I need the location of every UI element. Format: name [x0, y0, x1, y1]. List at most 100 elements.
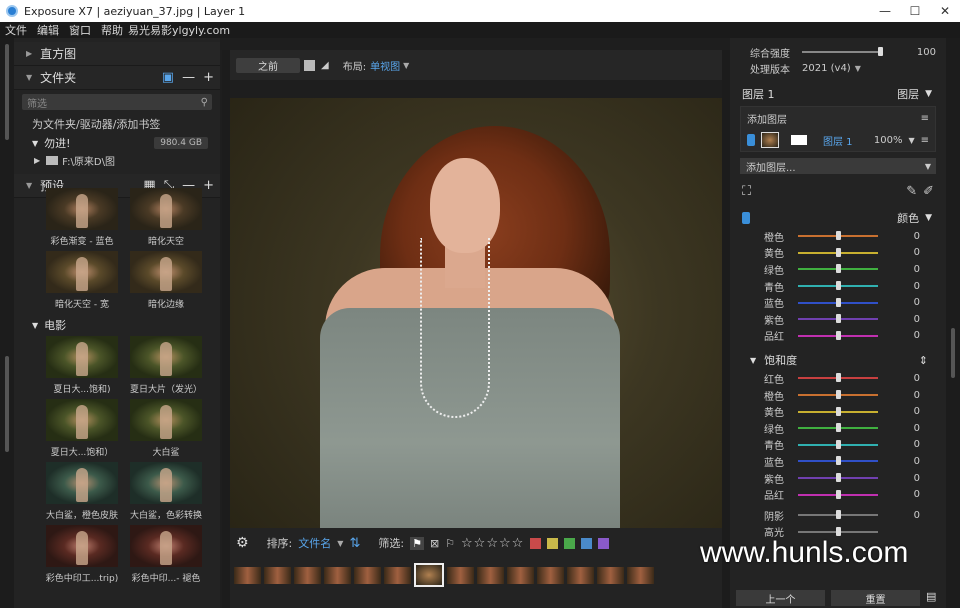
- sat-slider[interactable]: [798, 439, 878, 449]
- color-filter-red[interactable]: [530, 537, 542, 549]
- menu-window[interactable]: 窗口: [64, 22, 96, 38]
- preset-item[interactable]: 暗化边缘: [128, 251, 204, 314]
- left-scrollbar-top[interactable]: [5, 44, 9, 140]
- menu-file[interactable]: 文件: [0, 22, 32, 38]
- filmstrip-thumb[interactable]: [324, 566, 351, 584]
- filmstrip-thumb[interactable]: [537, 566, 564, 584]
- main-photo[interactable]: [230, 98, 722, 570]
- layers-header[interactable]: 图层 1 图层 ▼: [730, 84, 946, 104]
- crop-icon[interactable]: ⛶: [742, 184, 751, 199]
- slider-knob[interactable]: [836, 264, 841, 274]
- filmstrip-thumb[interactable]: [234, 566, 261, 584]
- flag-pick-icon[interactable]: ⚑: [410, 536, 424, 550]
- sat-slider[interactable]: [798, 423, 878, 433]
- filmstrip-thumb[interactable]: [264, 566, 291, 584]
- right-scrollbar[interactable]: [951, 328, 955, 378]
- brush-icon[interactable]: ✎: [906, 184, 917, 199]
- sat-slider[interactable]: [798, 390, 878, 400]
- slider-knob[interactable]: [836, 439, 841, 449]
- filmstrip-thumb[interactable]: [477, 566, 504, 584]
- subfolder-row[interactable]: ▶ F:\原来D\图: [14, 152, 220, 168]
- add-folder-icon[interactable]: +: [203, 70, 214, 85]
- menu-icon[interactable]: ≡: [921, 135, 929, 146]
- left-scrollbar-bottom[interactable]: [5, 356, 9, 452]
- hue-slider[interactable]: [798, 314, 878, 324]
- hue-slider[interactable]: [798, 330, 878, 340]
- slider-knob[interactable]: [836, 473, 841, 483]
- version-dropdown[interactable]: 2021 (v4): [802, 63, 851, 74]
- sat-slider[interactable]: [798, 373, 878, 383]
- menu-icon[interactable]: ≡: [921, 113, 929, 124]
- color-filter-purple[interactable]: [598, 537, 610, 549]
- sort-arrows-icon[interactable]: ⇕: [919, 354, 928, 367]
- filmstrip-thumb[interactable]: [447, 566, 474, 584]
- slider-knob[interactable]: [836, 406, 841, 416]
- filmstrip-thumb[interactable]: [294, 566, 321, 584]
- color-filter-yellow[interactable]: [547, 537, 559, 549]
- wedge-view-icon[interactable]: ◢: [321, 60, 329, 71]
- filmstrip-thumb[interactable]: [597, 566, 624, 584]
- maximize-button[interactable]: ☐: [900, 0, 930, 22]
- preset-item[interactable]: 夏日大片（发光）: [128, 336, 204, 399]
- histogram-section[interactable]: ▶ 直方图: [14, 42, 220, 66]
- filmstrip-thumb[interactable]: [567, 566, 594, 584]
- add-layer-row[interactable]: 添加图层 ≡: [741, 107, 935, 129]
- sort-dropdown[interactable]: 文件名: [298, 535, 331, 551]
- filmstrip-thumb[interactable]: [507, 566, 534, 584]
- sat-slider[interactable]: [798, 473, 878, 483]
- reset-button[interactable]: 重置: [831, 590, 920, 606]
- panel-toggle-icon[interactable]: [742, 212, 750, 224]
- previous-button[interactable]: 上一个: [736, 590, 825, 606]
- filmstrip-thumb-selected[interactable]: [414, 563, 444, 587]
- slider-knob[interactable]: [836, 281, 841, 291]
- flag-reject-icon[interactable]: ⊠: [430, 537, 439, 550]
- drive-row[interactable]: ▼ 勿进! 980.4 GB: [14, 134, 220, 152]
- slider-knob[interactable]: [878, 47, 883, 56]
- close-button[interactable]: ✕: [930, 0, 960, 22]
- hue-slider[interactable]: [798, 297, 878, 307]
- preset-item[interactable]: 大白鲨，橙色皮肤: [44, 462, 120, 525]
- slider-knob[interactable]: [836, 247, 841, 257]
- filmstrip-thumb[interactable]: [354, 566, 381, 584]
- sat-slider[interactable]: [798, 406, 878, 416]
- minimize-button[interactable]: —: [870, 0, 900, 22]
- preset-item[interactable]: 暗化天空: [128, 188, 204, 251]
- layer-row[interactable]: 图层 1 100% ▼ ≡: [741, 129, 935, 151]
- slider-knob[interactable]: [836, 314, 841, 324]
- hue-slider[interactable]: [798, 281, 878, 291]
- slider-knob[interactable]: [836, 390, 841, 400]
- layer-mask-thumbnail[interactable]: [791, 135, 807, 145]
- intensity-slider[interactable]: [802, 47, 883, 56]
- highlight-slider[interactable]: [798, 526, 878, 536]
- preset-item[interactable]: 彩色中印工...trip): [44, 525, 120, 588]
- slider-knob[interactable]: [836, 330, 841, 340]
- color-filter-green[interactable]: [564, 537, 576, 549]
- layout-dropdown[interactable]: 单视图: [370, 58, 400, 73]
- color-filter-blue[interactable]: [581, 537, 593, 549]
- sort-direction-icon[interactable]: ⇅: [349, 536, 360, 551]
- slider-knob[interactable]: [836, 373, 841, 383]
- panel-menu-icon[interactable]: ▤: [926, 590, 940, 606]
- slider-knob[interactable]: [836, 231, 841, 241]
- paint-icon[interactable]: ✐: [923, 184, 934, 199]
- sat-slider[interactable]: [798, 456, 878, 466]
- menu-edit[interactable]: 编辑: [32, 22, 64, 38]
- layer-visibility-icon[interactable]: [747, 134, 755, 146]
- layer-name[interactable]: 图层 1: [823, 133, 853, 148]
- hue-slider[interactable]: [798, 231, 878, 241]
- slider-knob[interactable]: [836, 297, 841, 307]
- preset-item[interactable]: 暗化天空 - 宽: [44, 251, 120, 314]
- filmstrip-thumb[interactable]: [627, 566, 654, 584]
- add-preset-icon[interactable]: +: [203, 178, 214, 193]
- preset-item[interactable]: 夏日大...饱和): [44, 336, 120, 399]
- hue-slider[interactable]: [798, 247, 878, 257]
- add-layer-dropdown[interactable]: 添加图层... ▼: [740, 158, 936, 174]
- preset-item[interactable]: 夏日大...饱和）: [44, 399, 120, 462]
- folders-section[interactable]: ▼ 文件夹 ▣ — +: [14, 66, 220, 90]
- flag-none-icon[interactable]: ⚐: [445, 537, 455, 550]
- layer-opacity[interactable]: 100%: [874, 135, 903, 146]
- hue-slider[interactable]: [798, 264, 878, 274]
- split-view-icon[interactable]: [304, 59, 315, 71]
- slider-knob[interactable]: [836, 456, 841, 466]
- add-bookmark-link[interactable]: 为文件夹/驱动器/添加书签: [14, 114, 220, 134]
